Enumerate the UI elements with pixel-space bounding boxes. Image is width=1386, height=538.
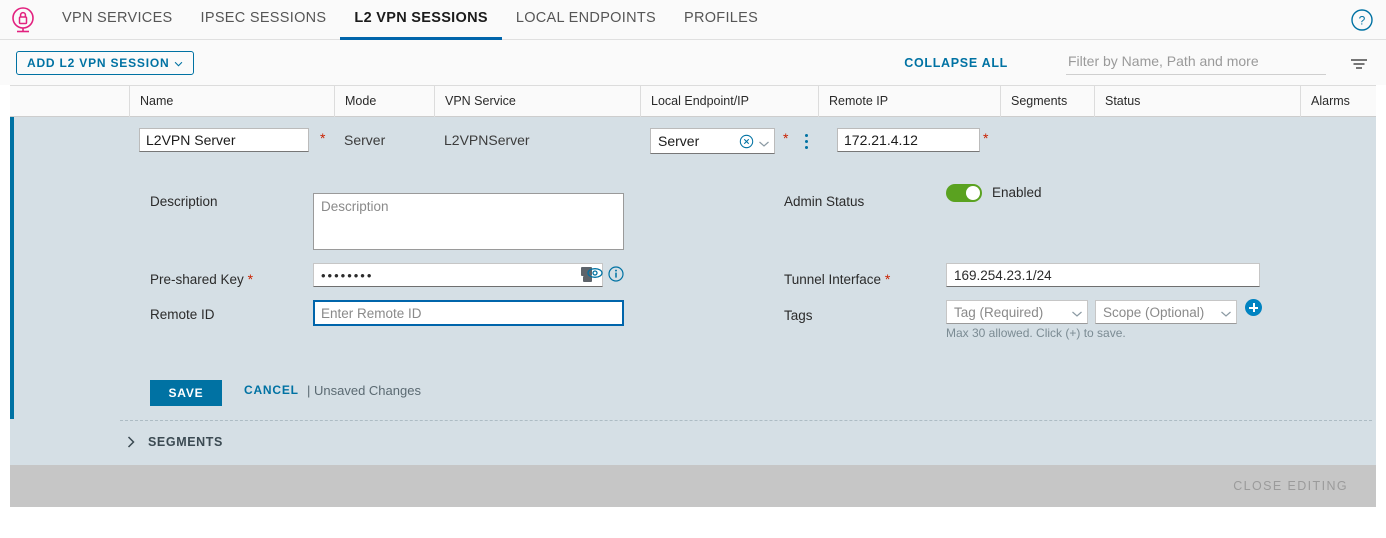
remote-id-input[interactable]: [313, 300, 624, 326]
scope-select-value: Scope (Optional): [1103, 304, 1205, 320]
description-textarea[interactable]: [313, 193, 624, 250]
tab-ipsec-sessions[interactable]: IPSEC SESSIONS: [187, 0, 341, 40]
pre-shared-key-label: Pre-shared Key *: [150, 272, 253, 287]
pre-shared-key-label-text: Pre-shared Key: [150, 272, 244, 287]
tag-select-value: Tag (Required): [954, 304, 1044, 320]
admin-status-value: Enabled: [992, 185, 1042, 200]
tab-vpn-services[interactable]: VPN SERVICES: [48, 0, 187, 40]
session-mode-value: Server: [344, 132, 386, 148]
grid-column-headers: Name Mode VPN Service Local Endpoint/IP …: [10, 85, 1376, 117]
chevron-down-icon: [1071, 306, 1083, 318]
tab-profiles[interactable]: PROFILES: [670, 0, 772, 40]
unsaved-changes-status: | Unsaved Changes: [307, 383, 421, 398]
cancel-button[interactable]: CANCEL: [238, 382, 305, 398]
svg-text:?: ?: [1359, 14, 1366, 28]
description-label: Description: [150, 194, 218, 209]
plus-circle-icon[interactable]: [1245, 299, 1262, 316]
local-endpoint-required-marker: *: [783, 130, 789, 146]
column-header-status[interactable]: Status: [1094, 85, 1300, 117]
tunnel-interface-label-text: Tunnel Interface: [784, 272, 882, 287]
tunnel-interface-input[interactable]: [946, 263, 1260, 287]
chevron-down-icon: [1220, 306, 1232, 318]
column-header-remote-ip[interactable]: Remote IP: [818, 85, 1000, 117]
segments-section-label: SEGMENTS: [148, 435, 223, 449]
tunnel-required-marker: *: [884, 271, 891, 287]
save-button[interactable]: SAVE: [150, 380, 222, 406]
remote-id-label: Remote ID: [150, 307, 215, 322]
grid-toolbar: ADD L2 VPN SESSION COLLAPSE ALL: [0, 40, 1386, 85]
scope-select[interactable]: Scope (Optional): [1095, 300, 1237, 324]
session-vpn-service-value: L2VPNServer: [444, 132, 530, 148]
filter-icon[interactable]: [1348, 52, 1370, 74]
pre-shared-key-input[interactable]: [313, 263, 603, 287]
l2vpn-session-edit-panel: * Server L2VPNServer Server * * Descript…: [10, 117, 1376, 421]
add-l2-vpn-session-button[interactable]: ADD L2 VPN SESSION: [16, 50, 195, 75]
nav-tabs: VPN SERVICES IPSEC SESSIONS L2 VPN SESSI…: [48, 0, 772, 40]
name-required-marker: *: [320, 130, 326, 146]
column-header-select: [10, 85, 129, 117]
add-l2-vpn-session-label: ADD L2 VPN SESSION: [27, 55, 170, 70]
chevron-right-icon[interactable]: [124, 435, 138, 449]
column-header-segments[interactable]: Segments: [1000, 85, 1094, 117]
admin-status-label: Admin Status: [784, 194, 865, 209]
remote-ip-required-marker: *: [983, 130, 989, 146]
eye-reveal-icon[interactable]: [580, 264, 604, 286]
help-circle-icon[interactable]: ?: [1350, 8, 1374, 32]
local-endpoint-value: Server: [658, 133, 700, 149]
local-endpoint-select[interactable]: Server: [650, 128, 775, 154]
chevron-down-icon: [174, 56, 183, 70]
info-circle-icon[interactable]: [608, 266, 624, 282]
top-navigation-bar: VPN SERVICES IPSEC SESSIONS L2 VPN SESSI…: [0, 0, 1386, 40]
admin-status-toggle[interactable]: [946, 184, 982, 202]
chevron-down-icon: [758, 135, 770, 147]
search-input[interactable]: [1066, 50, 1326, 75]
clear-circle-icon[interactable]: [739, 134, 754, 149]
close-editing-button[interactable]: CLOSE EDITING: [1233, 479, 1348, 493]
segments-section-header[interactable]: SEGMENTS: [10, 419, 1376, 465]
toolbar-right-group: COLLAPSE ALL: [904, 40, 1370, 85]
column-header-mode[interactable]: Mode: [334, 85, 434, 117]
remote-ip-input[interactable]: [837, 128, 980, 152]
session-name-input[interactable]: [139, 128, 309, 152]
collapse-all-button[interactable]: COLLAPSE ALL: [904, 56, 1008, 70]
lock-icon: [8, 5, 38, 35]
tag-select[interactable]: Tag (Required): [946, 300, 1088, 324]
edit-footer-bar: CLOSE EDITING: [10, 465, 1376, 507]
tags-hint-text: Max 30 allowed. Click (+) to save.: [946, 326, 1126, 340]
segments-section-wrapper: SEGMENTS: [10, 419, 1376, 465]
filter-input-wrapper: [1066, 50, 1326, 75]
column-header-alarms[interactable]: Alarms: [1300, 85, 1376, 117]
session-inline-row: * Server L2VPNServer Server * *: [10, 117, 1376, 164]
tags-label: Tags: [784, 308, 813, 323]
column-header-vpn-service[interactable]: VPN Service: [434, 85, 640, 117]
tab-local-endpoints[interactable]: LOCAL ENDPOINTS: [502, 0, 670, 40]
tab-l2-vpn-sessions[interactable]: L2 VPN SESSIONS: [340, 0, 502, 40]
column-header-name[interactable]: Name: [129, 85, 334, 117]
column-header-local-endpoint[interactable]: Local Endpoint/IP: [640, 85, 818, 117]
more-vertical-icon[interactable]: [800, 129, 812, 153]
tunnel-interface-label: Tunnel Interface *: [784, 272, 890, 287]
psk-required-marker: *: [247, 271, 254, 287]
